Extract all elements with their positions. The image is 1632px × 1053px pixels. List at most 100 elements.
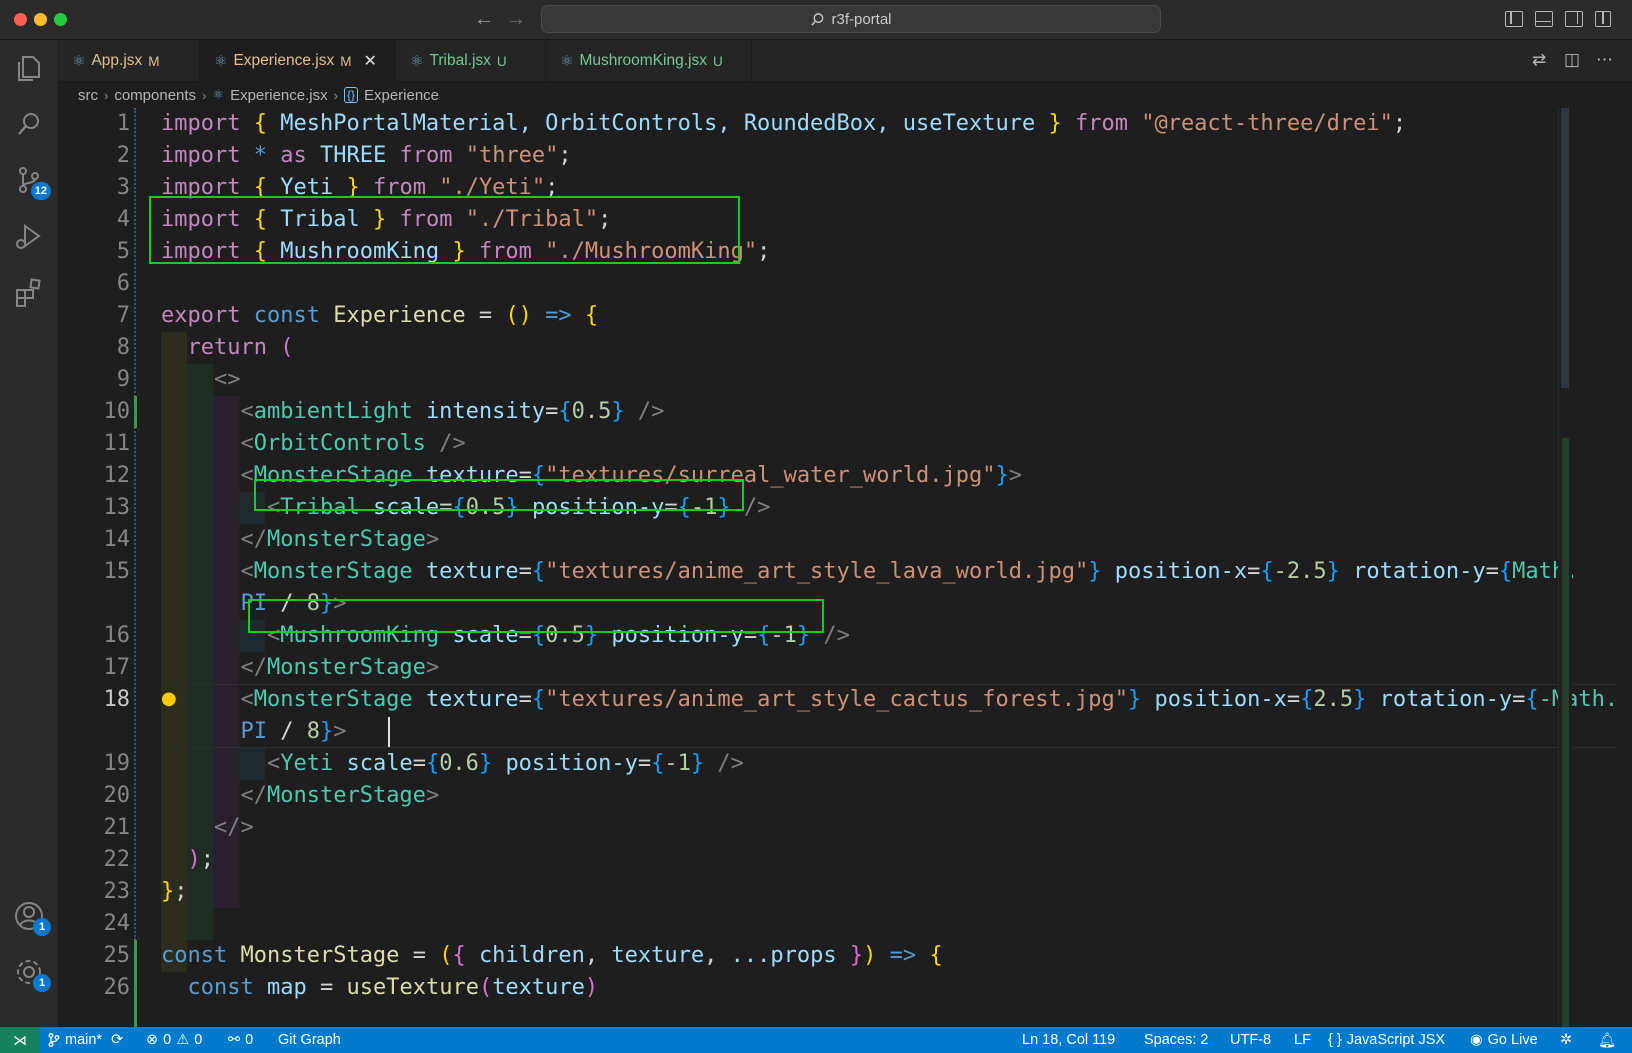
annotation-box-mushroomking xyxy=(248,599,824,633)
broadcast-icon: ◉ xyxy=(1470,1032,1483,1048)
code-line: 20 </MonsterStage> xyxy=(58,780,1618,812)
close-icon[interactable]: ✕ xyxy=(364,51,377,71)
status-bar: ⋊ main* ⟳ ⊗ 0 ⚠ 0 ⚯ 0 Git Graph Ln 18, C… xyxy=(0,1027,1632,1053)
split-editor-icon[interactable]: ◫ xyxy=(1564,50,1580,70)
title-bar: ← → r3f-portal xyxy=(0,0,1632,40)
react-file-icon: ⚛ xyxy=(410,53,424,70)
tab-tribal-jsx[interactable]: ⚛ Tribal.jsx U xyxy=(396,40,546,82)
branch-icon xyxy=(48,1033,60,1047)
code-line: 25 const MonsterStage = ({ children, tex… xyxy=(58,940,1618,972)
source-control-badge: 12 xyxy=(30,182,51,200)
react-file-icon: ⚛ xyxy=(560,53,574,70)
problems-status[interactable]: ⊗ 0 ⚠ 0 xyxy=(146,1027,202,1053)
search-icon[interactable] xyxy=(13,108,45,140)
git-graph-label: Git Graph xyxy=(278,1032,341,1048)
branch-status[interactable]: main* ⟳ xyxy=(48,1027,123,1053)
breadcrumb-item[interactable]: components xyxy=(114,87,196,104)
gear-icon[interactable]: 1 xyxy=(13,956,51,992)
minimize-window-button[interactable] xyxy=(34,13,47,26)
eol-status[interactable]: LF xyxy=(1294,1027,1311,1053)
code-editor[interactable]: 1 import { MeshPortalMaterial, OrbitCont… xyxy=(58,108,1632,1027)
bell-icon[interactable]: 🔔︎ xyxy=(1598,1027,1616,1053)
code-line: 21 </> xyxy=(58,812,1618,844)
toggle-secondary-sidebar-icon[interactable] xyxy=(1565,11,1583,27)
code-line: 26 const map = useTexture(texture) xyxy=(58,972,1618,1004)
branch-name: main* xyxy=(65,1032,103,1048)
braces-icon: { } xyxy=(1328,1032,1342,1048)
scrollbar-change-marker xyxy=(1562,438,1569,1038)
tab-mushroomking-jsx[interactable]: ⚛ MushroomKing.jsx U xyxy=(546,40,752,82)
line-number: 19 xyxy=(103,751,131,776)
code-line: 17 </MonsterStage> xyxy=(58,652,1618,684)
tab-status: M xyxy=(148,53,160,69)
line-number: 24 xyxy=(103,911,131,936)
encoding-label: UTF-8 xyxy=(1230,1032,1272,1048)
toggle-sidebar-icon[interactable] xyxy=(1505,11,1523,27)
text-cursor xyxy=(388,717,390,747)
toggle-panel-icon[interactable] xyxy=(1535,11,1553,27)
sync-icon[interactable]: ⟳ xyxy=(111,1032,123,1048)
breadcrumb-item[interactable]: Experience.jsx xyxy=(230,87,328,104)
line-number: 23 xyxy=(103,879,131,904)
react-file-icon: ⚛ xyxy=(214,53,228,70)
editor-tabs: ⚛ App.jsx M ⚛ Experience.jsx M ✕ ⚛ Triba… xyxy=(58,40,1632,82)
close-window-button[interactable] xyxy=(14,13,27,26)
line-number: 26 xyxy=(103,975,131,1000)
annotation-box-tribal xyxy=(254,479,744,511)
settings-badge: 1 xyxy=(33,974,51,992)
line-number: 7 xyxy=(116,303,130,328)
customize-layout-icon[interactable] xyxy=(1595,11,1611,27)
tab-app-jsx[interactable]: ⚛ App.jsx M xyxy=(58,40,200,82)
code-line: 19 <Yeti scale={0.6} position-y={-1} /> xyxy=(58,748,1618,780)
line-number: 21 xyxy=(103,815,131,840)
command-center-search[interactable]: r3f-portal xyxy=(541,5,1161,33)
line-number: 4 xyxy=(116,207,130,232)
remote-indicator-icon[interactable]: ⋊ xyxy=(0,1027,40,1053)
code-line: 22 ); xyxy=(58,844,1618,876)
indentation-status[interactable]: Spaces: 2 xyxy=(1144,1027,1209,1053)
code-line: 6 xyxy=(58,268,1618,300)
explorer-icon[interactable] xyxy=(13,52,45,84)
chevron-right-icon: › xyxy=(104,87,109,103)
symbol-variable-icon: {} xyxy=(343,87,358,103)
breadcrumb-item[interactable]: src xyxy=(78,87,98,104)
source-control-icon[interactable]: 12 xyxy=(13,164,51,200)
code-line: 15 <MonsterStage texture={"textures/anim… xyxy=(58,556,1618,588)
tab-experience-jsx[interactable]: ⚛ Experience.jsx M ✕ xyxy=(200,40,396,82)
more-actions-icon[interactable]: ⋯ xyxy=(1596,50,1613,70)
line-number: 11 xyxy=(103,431,131,456)
line-number: 9 xyxy=(116,367,130,392)
line-number: 20 xyxy=(103,783,131,808)
copilot-icon[interactable]: ✲ xyxy=(1560,1027,1572,1053)
tab-label: App.jsx xyxy=(91,52,143,69)
open-changes-icon[interactable]: ⇄ xyxy=(1532,50,1546,70)
line-number: 1 xyxy=(116,111,130,136)
language-mode-status[interactable]: { } JavaScript JSX xyxy=(1328,1027,1445,1053)
activity-bar: 12 1 1 xyxy=(0,40,58,1027)
back-arrow-icon[interactable]: ← xyxy=(474,8,494,31)
line-number: 2 xyxy=(116,143,130,168)
broadcast-icon: ⚯ xyxy=(228,1032,241,1048)
forward-arrow-icon[interactable]: → xyxy=(506,8,526,31)
warning-count: 0 xyxy=(194,1032,203,1048)
line-number: 6 xyxy=(116,271,130,296)
scrollbar-thumb[interactable] xyxy=(1561,108,1569,388)
breadcrumb: src › components › ⚛ Experience.jsx › {}… xyxy=(58,82,1632,108)
accounts-icon[interactable]: 1 xyxy=(13,900,51,936)
code-line: 11 <OrbitControls /> xyxy=(58,428,1618,460)
extensions-icon[interactable] xyxy=(13,276,45,308)
encoding-status[interactable]: UTF-8 xyxy=(1230,1027,1271,1053)
breadcrumb-item[interactable]: Experience xyxy=(364,87,439,104)
line-number: 15 xyxy=(103,559,131,584)
ports-status[interactable]: ⚯ 0 xyxy=(228,1027,253,1053)
cursor-position-status[interactable]: Ln 18, Col 119 xyxy=(1022,1027,1115,1053)
git-graph-button[interactable]: Git Graph xyxy=(278,1027,341,1053)
run-debug-icon[interactable] xyxy=(13,220,45,252)
go-live-button[interactable]: ◉ Go Live xyxy=(1470,1027,1538,1053)
editor-scrollbar[interactable] xyxy=(1558,108,1572,1038)
go-live-label: Go Live xyxy=(1487,1032,1538,1048)
search-icon xyxy=(811,12,824,26)
maximize-window-button[interactable] xyxy=(54,13,67,26)
code-line-wrapped: PI / 8}> xyxy=(240,719,347,744)
tab-status: U xyxy=(712,53,723,69)
